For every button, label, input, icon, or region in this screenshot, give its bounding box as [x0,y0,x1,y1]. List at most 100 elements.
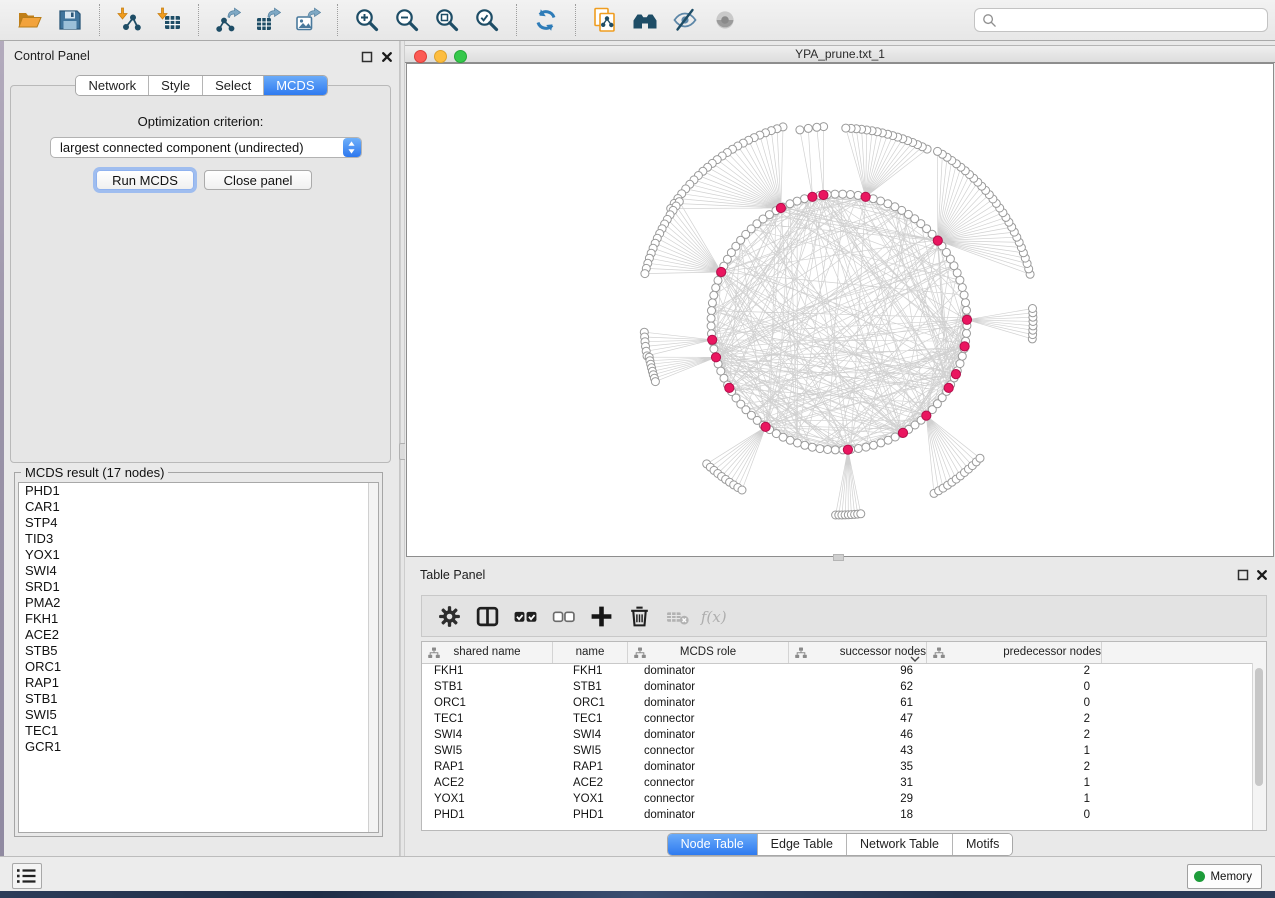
table-cell[interactable]: connector [628,711,789,727]
mcds-result-node[interactable]: STB1 [19,691,378,707]
table-tab-node-table[interactable]: Node Table [668,834,758,855]
column-header-mcds-role[interactable]: MCDS role [628,642,789,663]
mcds-result-node[interactable]: SRD1 [19,579,378,595]
table-cell[interactable]: 31 [789,775,927,791]
table-cell[interactable]: 2 [927,663,1102,679]
zoom-in-icon[interactable] [351,4,383,36]
mcds-list-scrollbar[interactable] [368,483,378,832]
mcds-result-list[interactable]: PHD1CAR1STP4TID3YOX1SWI4SRD1PMA2FKH1ACE2… [18,482,379,833]
table-cell[interactable]: 1 [927,775,1102,791]
table-cell[interactable]: 96 [789,663,927,679]
delete-rows-icon[interactable] [624,601,654,631]
mcds-result-node[interactable]: RAP1 [19,675,378,691]
table-tab-edge-table[interactable]: Edge Table [758,834,847,855]
mcds-result-node[interactable]: FKH1 [19,611,378,627]
table-cell[interactable]: 1 [927,743,1102,759]
table-cell[interactable]: YOX1 [422,791,553,807]
table-cell[interactable]: PHD1 [553,807,628,823]
zoom-out-icon[interactable] [391,4,423,36]
table-cell[interactable]: dominator [628,679,789,695]
panel-menu-button[interactable] [12,863,42,889]
zoom-selected-icon[interactable] [471,4,503,36]
search-box[interactable] [974,8,1268,32]
mcds-result-node[interactable]: YOX1 [19,547,378,563]
mcds-result-node[interactable]: ACE2 [19,627,378,643]
table-cell[interactable]: 0 [927,679,1102,695]
mcds-result-node[interactable]: TID3 [19,531,378,547]
table-cell[interactable]: FKH1 [553,663,628,679]
table-cell[interactable]: connector [628,791,789,807]
export-table-icon[interactable] [252,4,284,36]
table-tab-motifs[interactable]: Motifs [953,834,1012,855]
mcds-result-node[interactable]: PHD1 [19,483,378,499]
binoculars-icon[interactable] [629,4,661,36]
table-cell[interactable]: 18 [789,807,927,823]
add-column-icon[interactable] [586,601,616,631]
table-cell[interactable]: TEC1 [553,711,628,727]
save-session-icon[interactable] [54,4,86,36]
table-cell[interactable]: 2 [927,727,1102,743]
table-row[interactable]: YOX1YOX1connector291 [422,791,1266,807]
table-cell[interactable]: FKH1 [422,663,553,679]
column-header-predecessor-nodes[interactable]: predecessor nodes [927,642,1102,663]
table-row[interactable]: RAP1RAP1dominator352 [422,759,1266,775]
table-row[interactable]: ORC1ORC1dominator610 [422,695,1266,711]
table-cell[interactable]: RAP1 [422,759,553,775]
table-cell[interactable]: 2 [927,759,1102,775]
column-header-successor-nodes[interactable]: successor nodes [789,642,927,663]
table-cell[interactable]: connector [628,743,789,759]
table-settings-icon[interactable] [434,601,464,631]
table-cell[interactable]: dominator [628,807,789,823]
table-cell[interactable]: SWI4 [553,727,628,743]
close-table-panel-icon[interactable] [1256,569,1268,581]
table-cell[interactable]: 35 [789,759,927,775]
select-all-icon[interactable] [510,601,540,631]
table-row[interactable]: FKH1FKH1dominator962 [422,663,1266,679]
table-cell[interactable]: ORC1 [422,695,553,711]
close-panel-button[interactable]: Close panel [204,170,312,190]
table-row[interactable]: ACE2ACE2connector311 [422,775,1266,791]
column-header-name[interactable]: name [553,642,628,663]
export-image-icon[interactable] [292,4,324,36]
search-input[interactable] [1001,10,1267,30]
table-cell[interactable]: 43 [789,743,927,759]
show-columns-icon[interactable] [472,601,502,631]
table-cell[interactable]: 0 [927,695,1102,711]
table-scrollbar[interactable] [1252,663,1266,830]
table-cell[interactable]: 1 [927,791,1102,807]
table-cell[interactable]: 29 [789,791,927,807]
table-row[interactable]: SWI5SWI5connector431 [422,743,1266,759]
table-cell[interactable]: ORC1 [553,695,628,711]
table-cell[interactable]: SWI4 [422,727,553,743]
table-cell[interactable]: RAP1 [553,759,628,775]
mcds-result-node[interactable]: PMA2 [19,595,378,611]
table-cell[interactable]: connector [628,775,789,791]
table-cell[interactable]: 61 [789,695,927,711]
table-cell[interactable]: TEC1 [422,711,553,727]
table-cell[interactable]: dominator [628,727,789,743]
mcds-result-node[interactable]: STB5 [19,643,378,659]
mcds-result-node[interactable]: SWI4 [19,563,378,579]
table-cell[interactable]: dominator [628,695,789,711]
deselect-all-icon[interactable] [548,601,578,631]
clone-network-icon[interactable] [589,4,621,36]
table-cell[interactable]: ACE2 [553,775,628,791]
tab-network[interactable]: Network [76,76,149,95]
refresh-view-icon[interactable] [530,4,562,36]
column-header-shared-name[interactable]: shared name [422,642,553,663]
zoom-fit-content-icon[interactable] [431,4,463,36]
open-session-icon[interactable] [14,4,46,36]
float-window-icon[interactable] [361,51,373,63]
show-all-icon[interactable] [709,4,741,36]
mcds-result-node[interactable]: CAR1 [19,499,378,515]
run-mcds-button[interactable]: Run MCDS [96,170,194,190]
network-view-canvas[interactable] [406,63,1274,557]
mcds-result-node[interactable]: ORC1 [19,659,378,675]
table-cell[interactable]: 47 [789,711,927,727]
tab-mcds[interactable]: MCDS [264,76,326,95]
table-cell[interactable]: SWI5 [422,743,553,759]
import-table-icon[interactable] [153,4,185,36]
table-row[interactable]: SWI4SWI4dominator462 [422,727,1266,743]
table-cell[interactable]: dominator [628,663,789,679]
scrollbar-thumb[interactable] [1255,668,1263,786]
